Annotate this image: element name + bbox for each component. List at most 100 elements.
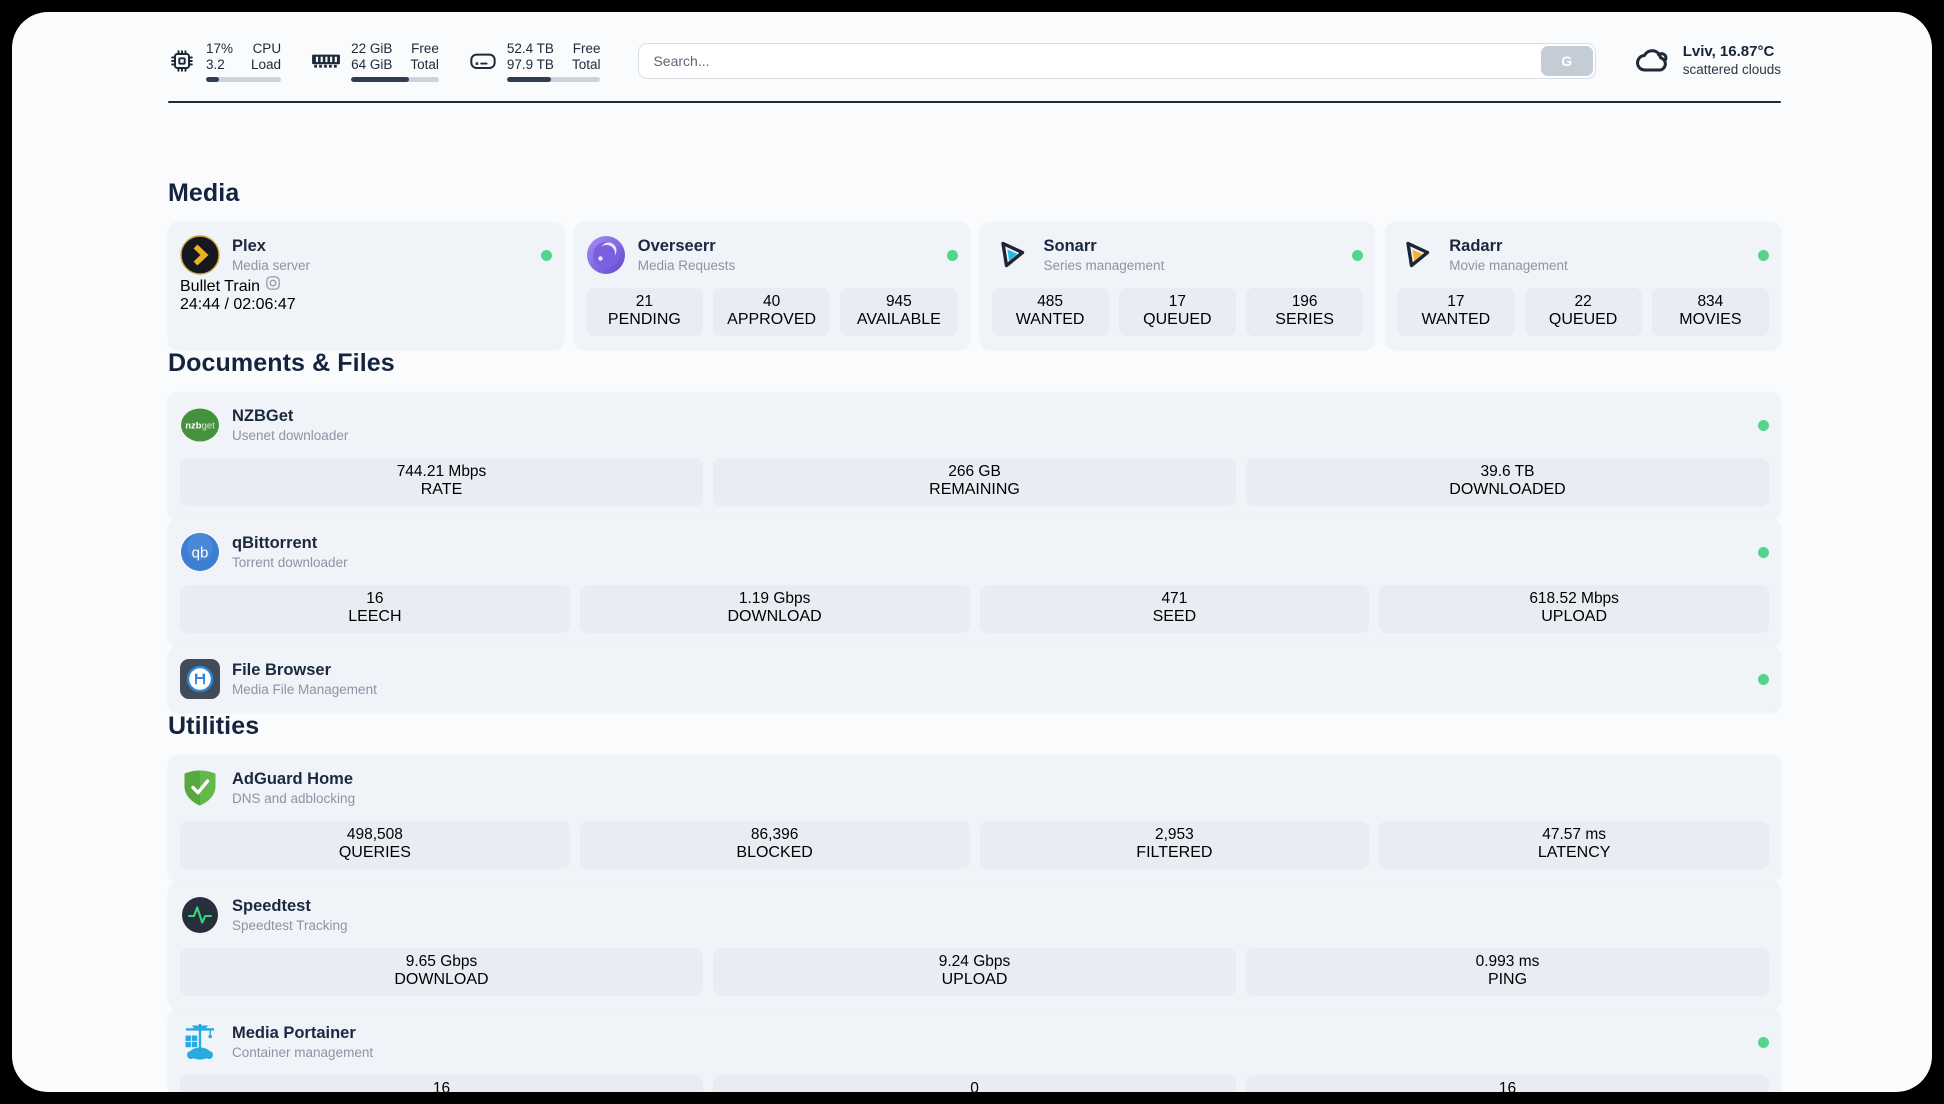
stat-queries: 498,508 QUERIES <box>180 821 570 869</box>
topbar-divider <box>168 101 1781 103</box>
app-description: Speedtest Tracking <box>232 917 348 933</box>
stat-rate: 744.21 Mbps RATE <box>180 458 703 506</box>
qbittorrent-icon: qb <box>180 532 220 572</box>
app-name: qBittorrent <box>232 533 318 552</box>
cpu-icon <box>168 47 196 75</box>
app-description: DNS and adblocking <box>232 790 356 806</box>
sonarr-icon <box>992 235 1032 275</box>
disk-total-value: 97.9 TB <box>506 56 554 72</box>
status-online-dot <box>1758 1036 1769 1048</box>
status-online-dot <box>1758 673 1769 685</box>
top-bar: 17% 3.2 CPU Load 22 GiB 64 GiB Free Tota… <box>168 36 1781 86</box>
stat-running: 16 RUNNING <box>180 1075 703 1092</box>
ram-total-value: 64 GiB <box>351 56 393 72</box>
app-card-filebrowser[interactable]: File Browser Media File Management <box>168 646 1781 712</box>
status-online-dot <box>1758 546 1769 558</box>
weather-condition: scattered clouds <box>1682 62 1781 77</box>
app-description: Movie management <box>1449 257 1568 273</box>
stat-upload: 9.24 Gbps UPLOAD <box>713 948 1236 996</box>
app-name: Sonarr <box>1043 236 1097 255</box>
stat-movies: 834 MOVIES <box>1651 288 1769 336</box>
playback-progress-bar: 24:44 / 02:06:47 <box>180 296 552 314</box>
section-title-utilities: Utilities <box>168 712 260 740</box>
app-description: Usenet downloader <box>232 427 349 443</box>
system-metrics: 17% 3.2 CPU Load 22 GiB 64 GiB Free Tota… <box>168 40 601 82</box>
stat-total: 16 TOTAL <box>1246 1075 1769 1092</box>
app-card-portainer[interactable]: Media Portainer Container management 16 … <box>168 1009 1781 1092</box>
playback-time: 24:44 / 02:06:47 <box>180 296 296 313</box>
disk-progress-bar <box>506 76 601 82</box>
overseerr-icon <box>586 235 626 275</box>
stat-download: 1.19 Gbps DOWNLOAD <box>579 585 970 633</box>
disk-total-label: Total <box>571 56 601 72</box>
weather-widget: Lviv, 16.87°C scattered clouds <box>1634 43 1781 79</box>
status-online-dot <box>1758 419 1769 431</box>
section-title-documents: Documents & Files <box>168 349 395 377</box>
disk-metric: 52.4 TB 97.9 TB Free Total <box>469 41 601 82</box>
stat-approved: 40 APPROVED <box>713 288 831 336</box>
app-card-speedtest[interactable]: Speedtest Speedtest Tracking 9.65 Gbps D… <box>168 882 1781 1009</box>
status-online-dot <box>1352 249 1364 261</box>
disk-free-label: Free <box>572 40 601 56</box>
stat-upload: 618.52 Mbps UPLOAD <box>1379 585 1769 633</box>
stat-ping: 0.993 ms PING <box>1246 948 1769 996</box>
app-name: Speedtest <box>232 896 311 915</box>
app-description: Torrent downloader <box>232 554 348 570</box>
ram-metric: 22 GiB 64 GiB Free Total <box>311 41 439 82</box>
adguard-icon <box>180 768 220 808</box>
app-name: Media Portainer <box>232 1023 356 1042</box>
cpu-percent: 17% <box>206 40 234 56</box>
weather-location-temp: Lviv, 16.87°C <box>1682 43 1775 60</box>
portainer-icon <box>180 1022 220 1062</box>
now-playing-row: Bullet Train <box>180 275 552 296</box>
search-input[interactable] <box>638 43 1596 79</box>
cpu-metric: 17% 3.2 CPU Load <box>168 40 282 82</box>
focus-icon[interactable] <box>265 276 281 295</box>
cpu-load-label: Load <box>251 56 282 72</box>
stat-available: 945 AVAILABLE <box>840 288 958 336</box>
app-card-nzbget[interactable]: nzbget NZBGet Usenet downloader 744.21 M… <box>168 392 1781 519</box>
ram-icon <box>311 50 341 72</box>
cpu-progress-bar <box>206 76 282 82</box>
ram-total-label: Total <box>410 56 439 72</box>
app-description: Series management <box>1043 257 1165 273</box>
app-name: File Browser <box>232 660 332 679</box>
app-card-qbittorrent[interactable]: qb qBittorrent Torrent downloader 16 LEE… <box>168 519 1781 646</box>
search-bar: G <box>638 43 1596 79</box>
plex-icon <box>180 235 220 275</box>
search-engine-button[interactable]: G <box>1540 46 1593 76</box>
app-card-overseerr[interactable]: Overseerr Media Requests 21 PENDING 40 A… <box>573 222 970 349</box>
stat-series: 196 SERIES <box>1246 288 1364 336</box>
app-name: Radarr <box>1449 236 1503 255</box>
now-playing-title: Bullet Train <box>180 278 261 295</box>
stat-stopped: 0 STOPPED <box>713 1075 1236 1092</box>
stat-latency: 47.57 ms LATENCY <box>1379 821 1769 869</box>
app-card-adguard[interactable]: AdGuard Home DNS and adblocking 498,508 … <box>168 755 1781 882</box>
stat-wanted: 17 WANTED <box>1397 288 1515 336</box>
app-description: Media Requests <box>637 257 736 273</box>
stat-download: 9.65 Gbps DOWNLOAD <box>180 948 703 996</box>
section-title-media: Media <box>168 179 240 207</box>
app-description: Media server <box>232 257 311 273</box>
ram-progress-bar <box>351 76 439 82</box>
status-online-dot <box>540 249 552 261</box>
app-name: Plex <box>232 236 266 255</box>
stat-remaining: 266 GB REMAINING <box>713 458 1236 506</box>
stat-blocked: 86,396 BLOCKED <box>579 821 970 869</box>
app-name: AdGuard Home <box>232 769 354 788</box>
filebrowser-icon <box>180 659 220 699</box>
stat-downloaded: 39.6 TB DOWNLOADED <box>1246 458 1769 506</box>
speedtest-icon <box>180 895 220 935</box>
ram-free-label: Free <box>411 40 439 56</box>
app-card-plex[interactable]: Plex Media server Bullet Train 24:44 / 0… <box>168 222 564 349</box>
app-card-radarr[interactable]: Radarr Movie management 17 WANTED 22 QUE… <box>1385 222 1781 349</box>
stat-seed: 471 SEED <box>979 585 1370 633</box>
stat-queued: 17 QUEUED <box>1118 288 1236 336</box>
disk-icon <box>469 50 497 72</box>
cpu-label: CPU <box>252 40 282 56</box>
disk-free-value: 52.4 TB <box>506 40 554 56</box>
app-card-sonarr[interactable]: Sonarr Series management 485 WANTED 17 Q… <box>979 222 1376 349</box>
nzbget-icon: nzbget <box>180 405 220 445</box>
app-description: Container management <box>232 1044 374 1060</box>
svg-text:nzbget: nzbget <box>185 421 215 432</box>
